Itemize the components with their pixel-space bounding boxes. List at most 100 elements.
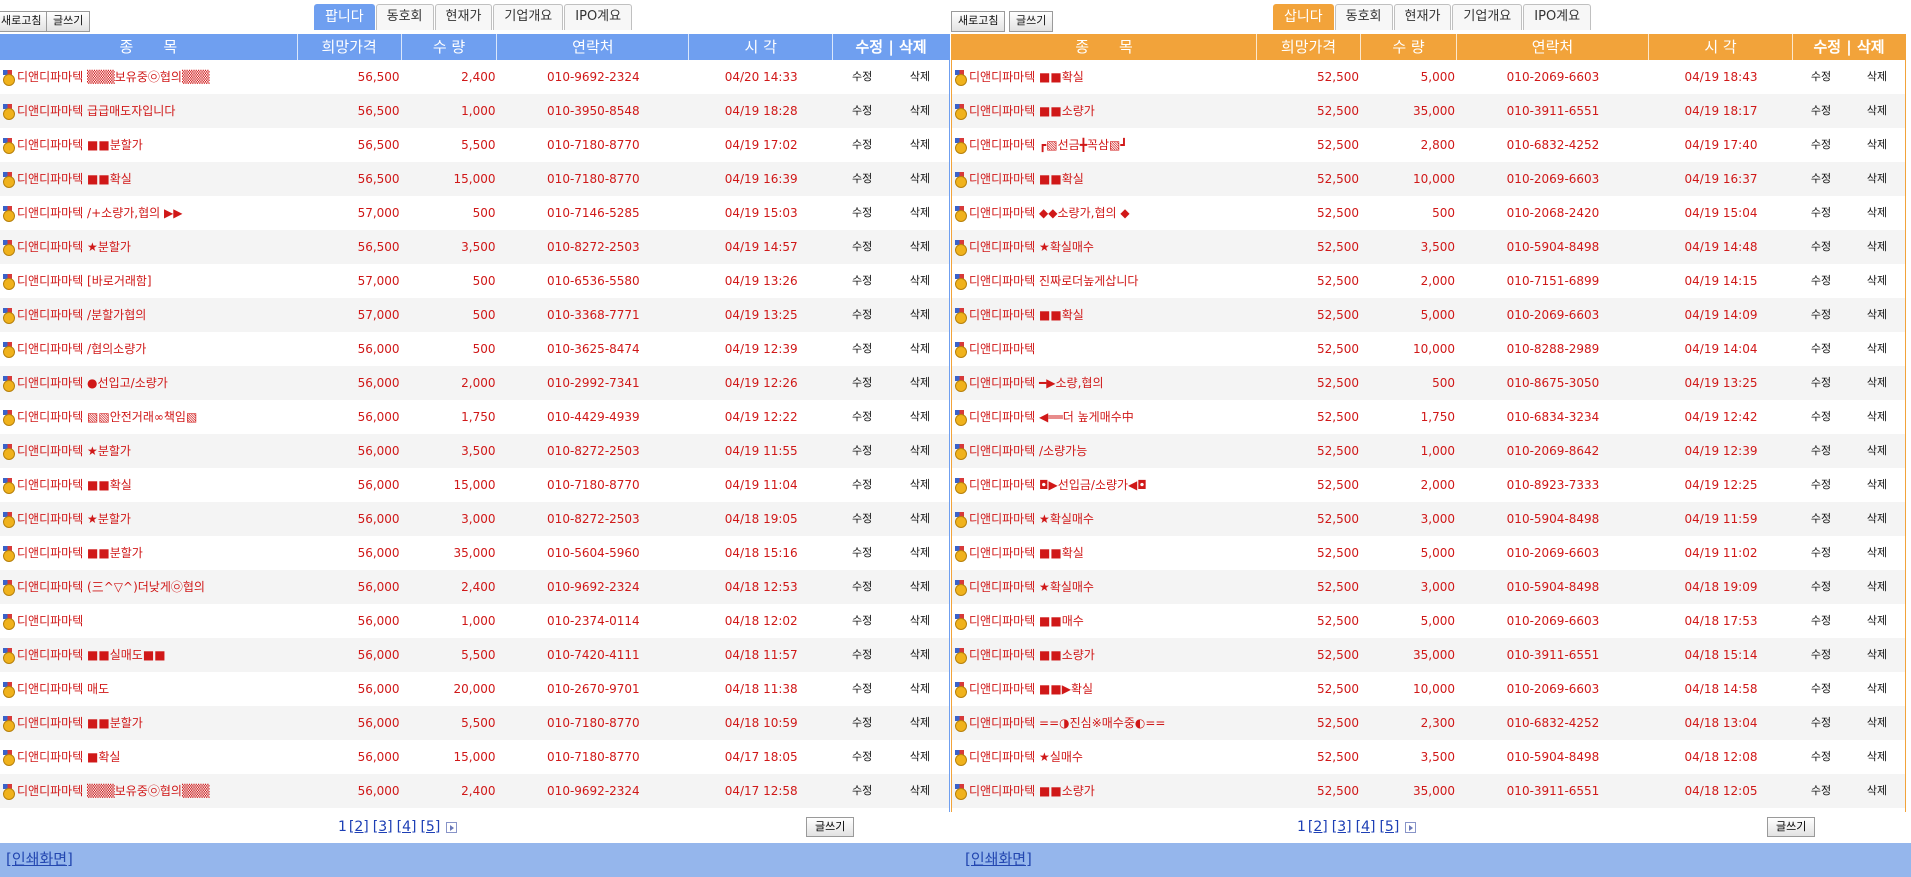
row-title-text[interactable]: 디앤디파마텍 ■■실매도■■ xyxy=(17,638,166,672)
delete-button[interactable]: 삭제 xyxy=(891,264,949,298)
pager-link[interactable]: [2] xyxy=(1308,819,1328,835)
delete-button[interactable]: 삭제 xyxy=(1849,502,1905,536)
row-title-text[interactable]: 디앤디파마텍 ●선입고/소량가 xyxy=(17,366,168,400)
delete-button[interactable]: 삭제 xyxy=(891,230,949,264)
row-title-text[interactable]: 디앤디파마텍 /분할가협의 xyxy=(17,298,146,332)
delete-button[interactable]: 삭제 xyxy=(891,400,949,434)
row-title[interactable]: 디앤디파마텍 ■■확실 xyxy=(0,162,298,196)
row-title-text[interactable]: 디앤디파마텍 ┏▧선금╋꼭삼▧┛ xyxy=(969,128,1128,162)
row-title[interactable]: 디앤디파마텍 ★분할가 xyxy=(0,230,298,264)
row-title[interactable]: 디앤디파마텍 /소량가능 xyxy=(952,434,1257,468)
row-title-text[interactable]: 디앤디파마텍 ▒▒▒보유중㉧협의▒▒▒ xyxy=(17,60,210,94)
row-title-text[interactable]: 디앤디파마텍 xyxy=(969,332,1035,366)
row-title-text[interactable]: 디앤디파마텍 ★분할가 xyxy=(17,502,131,536)
row-title[interactable]: 디앤디파마텍 ┏▧선금╋꼭삼▧┛ xyxy=(952,128,1257,162)
row-title-text[interactable]: 디앤디파마텍 ■■분할가 xyxy=(17,536,143,570)
row-title-text[interactable]: 디앤디파마텍 [바로거래함] xyxy=(17,264,152,298)
row-title-text[interactable]: 디앤디파마텍 /협의소량가 xyxy=(17,332,146,366)
edit-button[interactable]: 수정 xyxy=(833,536,891,570)
edit-button[interactable]: 수정 xyxy=(1793,332,1849,366)
row-title[interactable]: 디앤디파마텍 ■■확실 xyxy=(952,162,1257,196)
row-title[interactable]: 디앤디파마텍 ■■소량가 xyxy=(952,638,1257,672)
delete-button[interactable]: 삭제 xyxy=(1849,400,1905,434)
edit-button[interactable]: 수정 xyxy=(833,162,891,196)
delete-button[interactable]: 삭제 xyxy=(891,94,949,128)
row-title-text[interactable]: 디앤디파마텍 ★확실매수 xyxy=(969,230,1094,264)
row-title-text[interactable]: 디앤디파마텍 /+소량가,협의 ▶▶ xyxy=(17,196,182,230)
next-page-icon[interactable] xyxy=(1405,821,1417,833)
delete-button[interactable]: 삭제 xyxy=(1849,94,1905,128)
row-title-text[interactable]: 디앤디파마텍 ◀══더 높게매수中 xyxy=(969,400,1134,434)
delete-button[interactable]: 삭제 xyxy=(891,468,949,502)
delete-button[interactable]: 삭제 xyxy=(891,536,949,570)
delete-button[interactable]: 삭제 xyxy=(891,162,949,196)
edit-button[interactable]: 수정 xyxy=(1793,162,1849,196)
buy-bottom-write-button[interactable]: 글쓰기 xyxy=(1767,817,1816,837)
row-title-text[interactable]: 디앤디파마텍 ■■분할가 xyxy=(17,706,143,740)
delete-button[interactable]: 삭제 xyxy=(1849,366,1905,400)
delete-button[interactable]: 삭제 xyxy=(891,672,949,706)
delete-button[interactable]: 삭제 xyxy=(1849,298,1905,332)
sell-print-link[interactable]: [인쇄화면] xyxy=(6,848,73,869)
delete-button[interactable]: 삭제 xyxy=(1849,774,1905,808)
row-title[interactable]: 디앤디파마텍 ■■매수 xyxy=(952,604,1257,638)
delete-button[interactable]: 삭제 xyxy=(1849,128,1905,162)
edit-button[interactable]: 수정 xyxy=(1793,536,1849,570)
row-title-text[interactable]: 디앤디파마텍 ■■소량가 xyxy=(969,638,1095,672)
row-title[interactable]: 디앤디파마텍 ■■분할가 xyxy=(0,128,298,162)
edit-button[interactable]: 수정 xyxy=(1793,128,1849,162)
row-title[interactable]: 디앤디파마텍 급급매도자입니다 xyxy=(0,94,298,128)
pager-link[interactable]: [3] xyxy=(373,819,393,835)
delete-button[interactable]: 삭제 xyxy=(1849,672,1905,706)
row-title-text[interactable]: 디앤디파마텍 ★확실매수 xyxy=(969,570,1094,604)
row-title-text[interactable]: 디앤디파마텍 ★분할가 xyxy=(17,230,131,264)
tab-company-overview[interactable]: 기업개요 xyxy=(493,4,564,30)
sell-refresh-button[interactable]: 새로고침 xyxy=(0,11,49,32)
row-title-text[interactable]: 디앤디파마텍 ★확실매수 xyxy=(969,502,1094,536)
buy-write-button[interactable]: 글쓰기 xyxy=(1009,11,1054,32)
edit-button[interactable]: 수정 xyxy=(833,740,891,774)
row-title[interactable]: 디앤디파마텍 ▒▒▒보유중㉧협의▒▒▒ xyxy=(0,774,298,808)
edit-button[interactable]: 수정 xyxy=(1793,400,1849,434)
edit-button[interactable]: 수정 xyxy=(1793,468,1849,502)
row-title-text[interactable]: 디앤디파마텍 ◘▶선입금/소량가◀◘ xyxy=(969,468,1147,502)
row-title-text[interactable]: 디앤디파마텍 ■확실 xyxy=(17,740,120,774)
row-title[interactable]: 디앤디파마텍 ■■확실 xyxy=(952,60,1257,94)
delete-button[interactable]: 삭제 xyxy=(891,570,949,604)
edit-button[interactable]: 수정 xyxy=(833,672,891,706)
pager-link[interactable]: [4] xyxy=(397,819,417,835)
edit-button[interactable]: 수정 xyxy=(833,298,891,332)
delete-button[interactable]: 삭제 xyxy=(1849,264,1905,298)
delete-button[interactable]: 삭제 xyxy=(891,706,949,740)
row-title[interactable]: 디앤디파마텍 ■■소량가 xyxy=(952,774,1257,808)
edit-button[interactable]: 수정 xyxy=(1793,706,1849,740)
edit-button[interactable]: 수정 xyxy=(1793,366,1849,400)
row-title[interactable]: 디앤디파마텍 ◀══더 높게매수中 xyxy=(952,400,1257,434)
delete-button[interactable]: 삭제 xyxy=(891,332,949,366)
row-title-text[interactable]: 디앤디파마텍 xyxy=(17,604,83,638)
row-title[interactable]: 디앤디파마텍 ★실매수 xyxy=(952,740,1257,774)
delete-button[interactable]: 삭제 xyxy=(891,434,949,468)
tab-current-price[interactable]: 현재가 xyxy=(1393,4,1452,30)
row-title[interactable]: 디앤디파마텍 ★분할가 xyxy=(0,502,298,536)
row-title[interactable]: 디앤디파마텍 매도 xyxy=(0,672,298,706)
row-title[interactable]: 디앤디파마텍 ■■분할가 xyxy=(0,536,298,570)
row-title[interactable]: 디앤디파마텍 [바로거래함] xyxy=(0,264,298,298)
edit-button[interactable]: 수정 xyxy=(1793,60,1849,94)
row-title-text[interactable]: 디앤디파마텍 ■■▶확실 xyxy=(969,672,1093,706)
row-title[interactable]: 디앤디파마텍 ▒▒▒보유중㉧협의▒▒▒ xyxy=(0,60,298,94)
row-title[interactable]: 디앤디파마텍 ■■실매도■■ xyxy=(0,638,298,672)
edit-button[interactable]: 수정 xyxy=(833,706,891,740)
edit-button[interactable]: 수정 xyxy=(1793,638,1849,672)
row-title[interactable]: 디앤디파마텍 (三^▽^)더낮게㉧협의 xyxy=(0,570,298,604)
edit-button[interactable]: 수정 xyxy=(1793,502,1849,536)
edit-button[interactable]: 수정 xyxy=(833,264,891,298)
edit-button[interactable]: 수정 xyxy=(833,400,891,434)
pager-link[interactable]: [5] xyxy=(1379,819,1399,835)
delete-button[interactable]: 삭제 xyxy=(891,196,949,230)
row-title-text[interactable]: 디앤디파마텍 ■■확실 xyxy=(969,298,1084,332)
delete-button[interactable]: 삭제 xyxy=(891,740,949,774)
edit-button[interactable]: 수정 xyxy=(1793,604,1849,638)
pager-link[interactable]: [5] xyxy=(420,819,440,835)
edit-button[interactable]: 수정 xyxy=(833,60,891,94)
